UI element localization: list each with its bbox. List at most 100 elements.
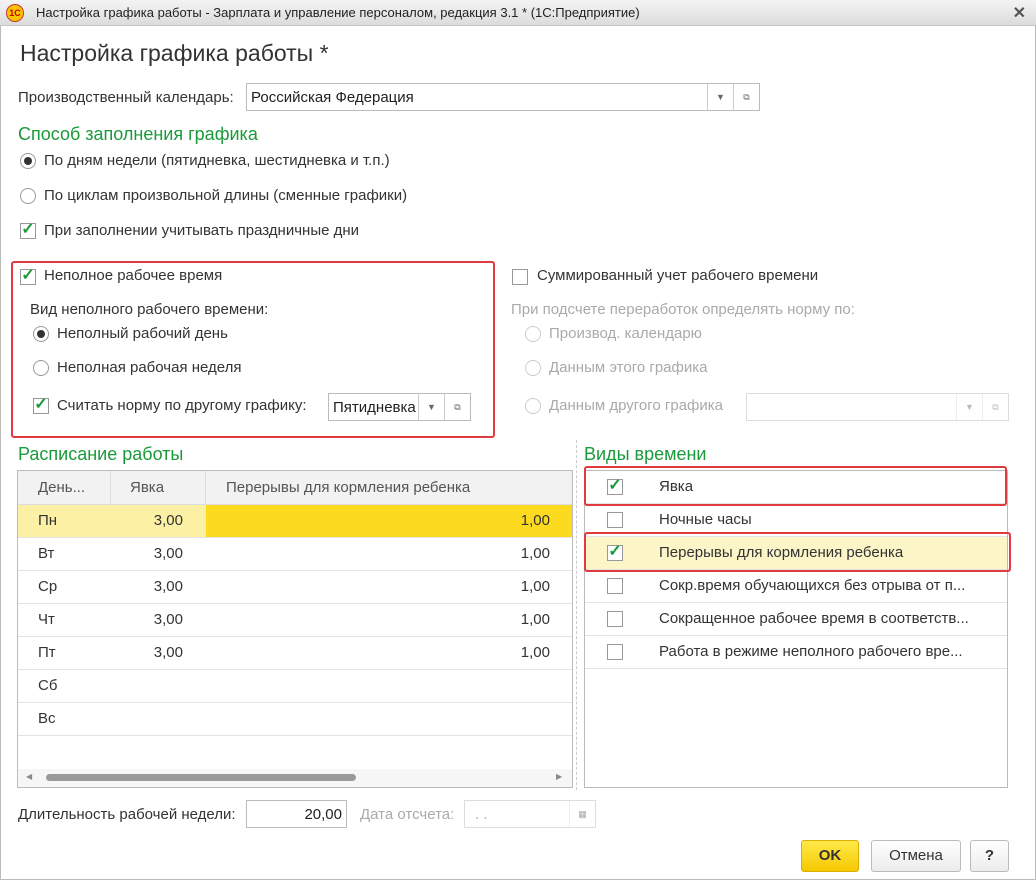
column-header-day[interactable]: День... (30, 471, 93, 503)
cell-breaks[interactable] (206, 670, 572, 702)
cell-breaks[interactable]: 1,00 (206, 505, 572, 537)
table-row[interactable]: Вс (18, 703, 572, 736)
cell-attendance: 3,00 (153, 644, 183, 661)
chevron-down-icon[interactable]: ▼ (707, 84, 733, 110)
page-title: Настройка графика работы * (20, 40, 329, 66)
norm-checkbox[interactable]: ✓ (33, 397, 49, 414)
cell-attendance: 3,00 (153, 545, 183, 562)
time-type-label: Сокращенное рабочее время в соответств..… (659, 610, 969, 627)
checkbox-label: При заполнении учитывать праздничные дни (44, 222, 360, 239)
ref-date-label: Дата отсчета: (360, 806, 455, 823)
table-row[interactable]: Сб (18, 670, 572, 703)
time-type-label: Работа в режиме неполного рабочего вре..… (659, 643, 963, 660)
cell-breaks[interactable]: 1,00 (206, 604, 572, 636)
cell-breaks[interactable] (206, 703, 572, 735)
radio-label: Неполная рабочая неделя (57, 359, 242, 376)
table-row[interactable]: Ср 3,00 1,00 (18, 571, 572, 604)
list-item[interactable]: Работа в режиме неполного рабочего вре..… (585, 636, 1007, 669)
list-item[interactable]: Сокр.время обучающихся без отрыва от п..… (585, 570, 1007, 603)
close-button[interactable]: ✕ (1013, 3, 1026, 23)
radio-part-day[interactable] (33, 326, 49, 342)
part-time-kind-label: Вид неполного рабочего времени: (30, 301, 269, 318)
calendar-label: Производственный календарь: (18, 89, 234, 106)
cell-breaks[interactable]: 1,00 (206, 538, 572, 570)
part-time-checkbox[interactable]: ✓ (20, 268, 36, 285)
radio-other-schedule[interactable] (525, 398, 541, 414)
cell-day: Пн (38, 512, 58, 529)
summed-checkbox[interactable] (512, 269, 528, 285)
cancel-button[interactable]: Отмена (871, 840, 961, 872)
time-type-checkbox[interactable] (607, 512, 623, 528)
cell-day: Ср (38, 578, 58, 595)
radio-label: Данным этого графика (549, 359, 708, 376)
checkbox-label: Считать норму по другому графику: (57, 397, 307, 414)
cell-day: Вт (38, 545, 55, 562)
table-header: День... Явка Перерывы для кормления ребе… (18, 471, 572, 505)
time-types-title: Виды времени (584, 444, 707, 464)
summed-norm-label: При подсчете переработок определять норм… (511, 301, 855, 318)
cell-attendance: 3,00 (153, 611, 183, 628)
scrollbar-thumb[interactable] (46, 774, 356, 781)
open-icon[interactable]: ⧉ (982, 394, 1008, 420)
time-type-checkbox[interactable] (607, 611, 623, 627)
chevron-down-icon[interactable]: ▼ (956, 394, 982, 420)
time-type-label: Сокр.время обучающихся без отрыва от п..… (659, 577, 966, 594)
time-types-list: ✓ Явка Ночные часы ✓ Перерывы для кормлен… (584, 470, 1008, 788)
cell-attendance: 3,00 (153, 512, 183, 529)
ref-date-value: . . (475, 806, 488, 823)
calendar-icon[interactable]: ▦ (569, 801, 595, 827)
cell-breaks[interactable]: 1,00 (206, 637, 572, 669)
norm-schedule-select[interactable]: Пятидневка ▼ ⧉ (328, 393, 471, 421)
title-bar: 1С Настройка графика работы - Зарплата и… (0, 0, 1036, 26)
week-length-value: 20,00 (304, 806, 342, 823)
scroll-right-icon[interactable]: ▶ (556, 772, 562, 781)
cell-attendance (111, 703, 205, 735)
radio-this-schedule[interactable] (525, 360, 541, 376)
app-logo-icon: 1С (6, 4, 24, 22)
week-length-input[interactable]: 20,00 (246, 800, 347, 828)
schedule-title: Расписание работы (18, 444, 184, 464)
calendar-select[interactable]: Российская Федерация ▼ ⧉ (246, 83, 760, 111)
column-header-attendance[interactable]: Явка (122, 471, 172, 503)
norm-value: Пятидневка (333, 399, 416, 416)
help-button[interactable]: ? (970, 840, 1009, 872)
scroll-left-icon[interactable]: ◀ (26, 772, 32, 781)
radio-by-weekdays[interactable] (20, 153, 36, 169)
table-row[interactable]: Чт 3,00 1,00 (18, 604, 572, 637)
cell-breaks[interactable]: 1,00 (206, 571, 572, 603)
radio-by-cycles[interactable] (20, 188, 36, 204)
checkbox-label: Суммированный учет рабочего времени (537, 267, 819, 284)
chevron-down-icon[interactable]: ▼ (418, 394, 444, 420)
radio-label: Данным другого графика (549, 397, 724, 414)
table-row[interactable]: Вт 3,00 1,00 (18, 538, 572, 571)
radio-label: Производ. календарю (549, 325, 702, 342)
cell-attendance: 3,00 (153, 578, 183, 595)
ok-button[interactable]: OK (801, 840, 859, 872)
radio-calendar[interactable] (525, 326, 541, 342)
open-icon[interactable]: ⧉ (444, 394, 470, 420)
calendar-value: Российская Федерация (251, 89, 414, 106)
horizontal-scrollbar[interactable]: ◀ ▶ (18, 769, 572, 787)
radio-label: По циклам произвольной длины (сменные гр… (44, 187, 408, 204)
cell-day: Чт (38, 611, 55, 628)
radio-part-week[interactable] (33, 360, 49, 376)
week-length-label: Длительность рабочей недели: (18, 806, 236, 823)
cell-day: Сб (38, 677, 58, 694)
radio-label: Неполный рабочий день (57, 325, 228, 342)
time-type-checkbox[interactable] (607, 578, 623, 594)
cell-day: Пт (38, 644, 56, 661)
table-row[interactable]: Пт 3,00 1,00 (18, 637, 572, 670)
highlight-breaks (584, 532, 1011, 572)
table-row[interactable]: Пн 3,00 1,00 (18, 505, 572, 538)
cell-day: Вс (38, 710, 56, 727)
holidays-checkbox[interactable]: ✓ (20, 222, 36, 239)
schedule-table: День... Явка Перерывы для кормления ребе… (17, 470, 573, 788)
cell-attendance (111, 670, 205, 702)
other-schedule-select[interactable]: ▼ ⧉ (746, 393, 1009, 421)
time-type-checkbox[interactable] (607, 644, 623, 660)
open-icon[interactable]: ⧉ (733, 84, 759, 110)
ref-date-input[interactable]: . . ▦ (464, 800, 596, 828)
fill-method-title: Способ заполнения графика (18, 124, 258, 144)
column-header-breaks[interactable]: Перерывы для кормления ребенка (218, 471, 478, 503)
list-item[interactable]: Сокращенное рабочее время в соответств..… (585, 603, 1007, 636)
